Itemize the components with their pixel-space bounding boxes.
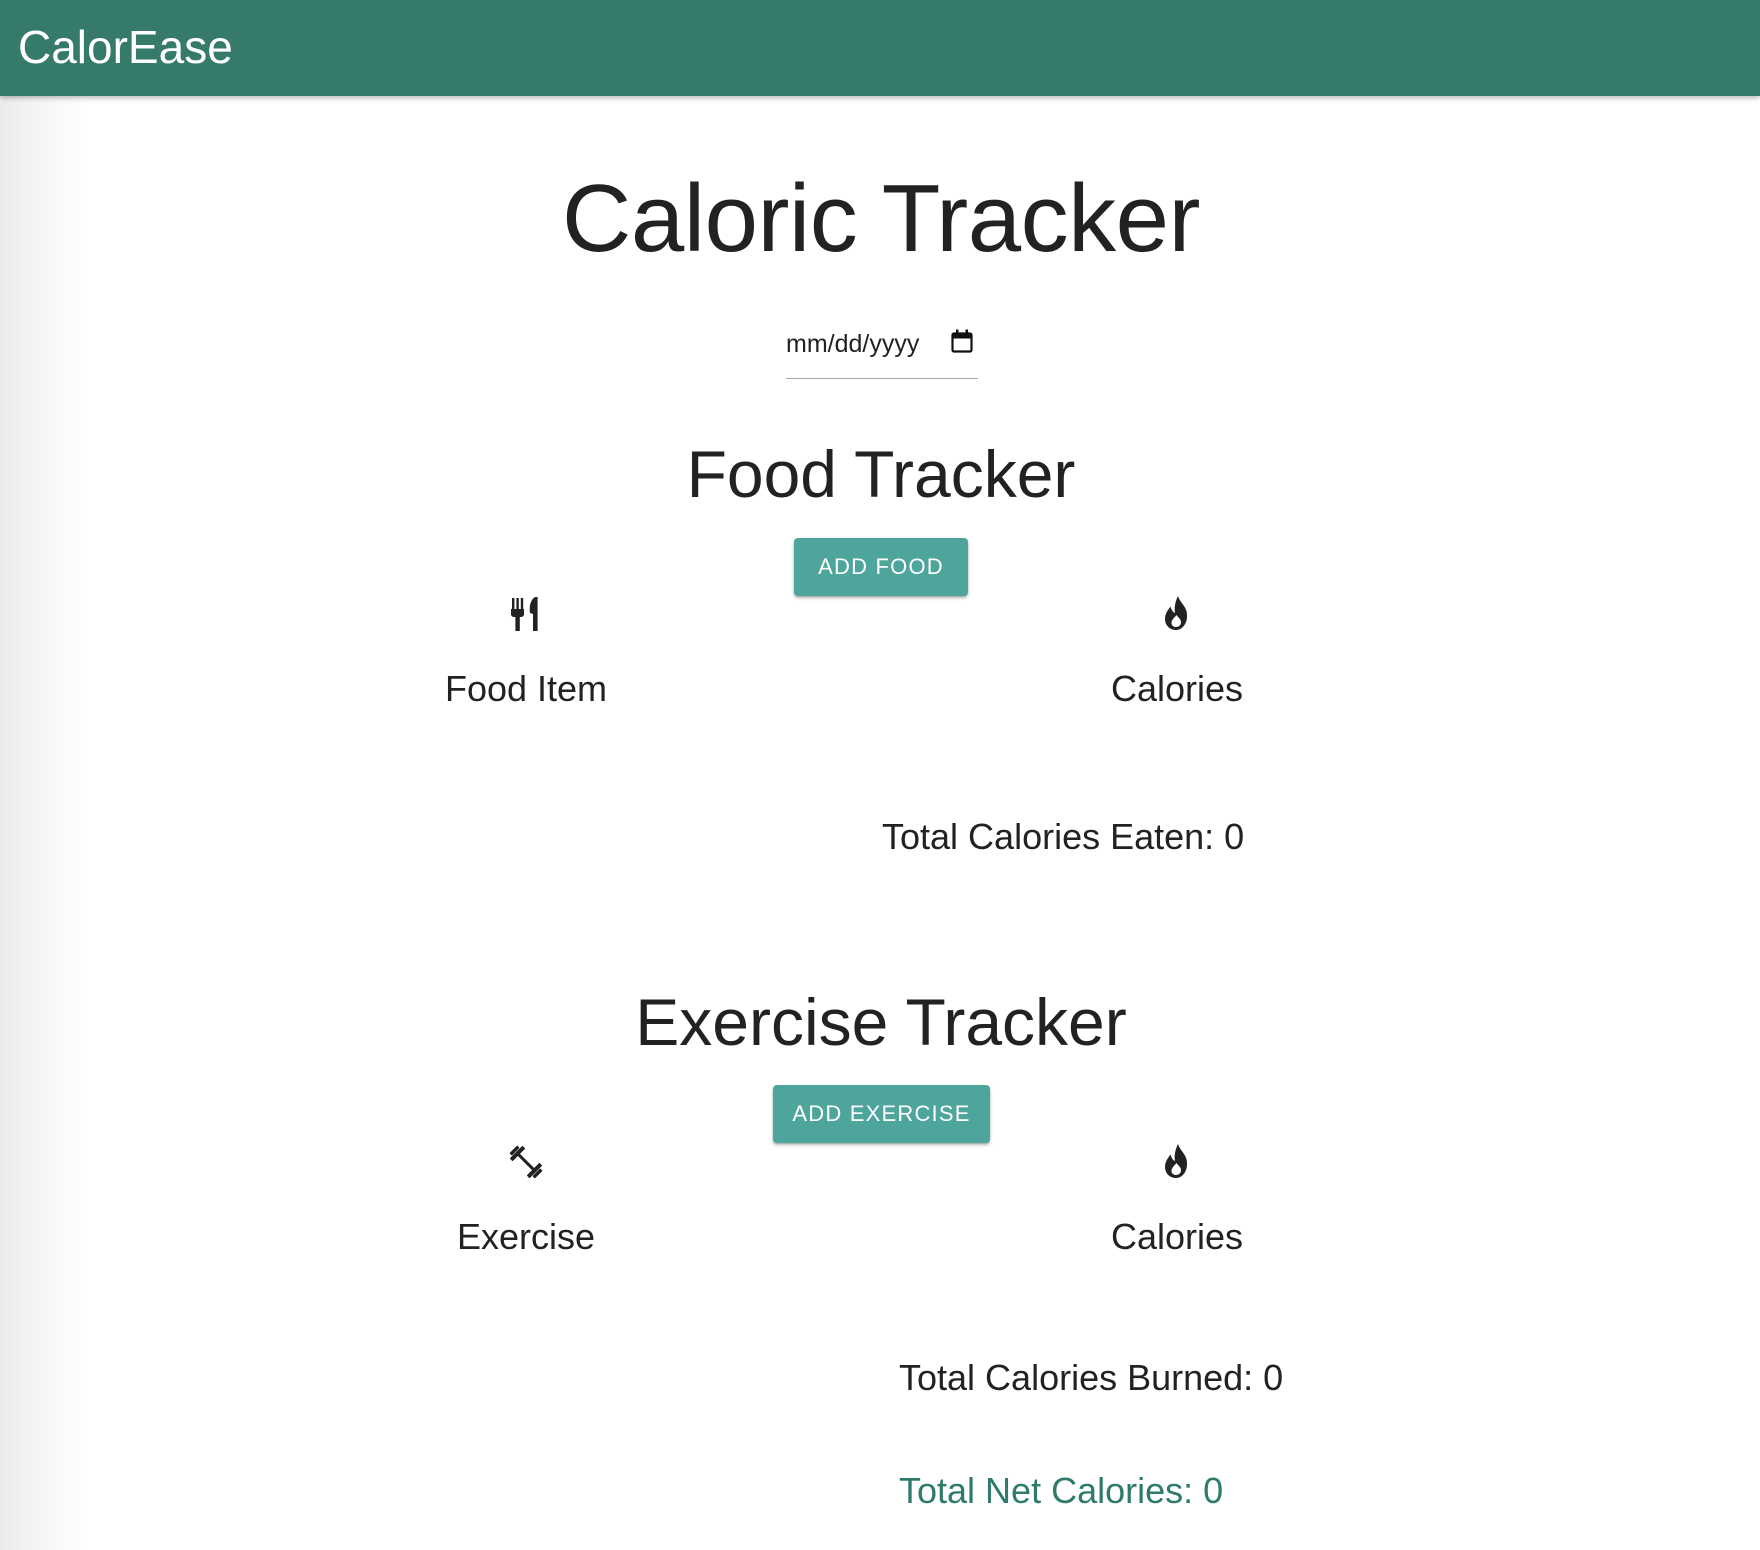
left-shade xyxy=(0,96,90,1550)
total-calories-eaten: Total Calories Eaten: 0 xyxy=(882,816,1245,857)
app-title: CalorEase xyxy=(18,21,233,73)
total-net-calories: Total Net Calories: 0 xyxy=(899,1470,1224,1511)
app-bar: CalorEase xyxy=(0,0,1760,96)
page-title: Caloric Tracker xyxy=(562,165,1200,272)
fork-knife-icon xyxy=(511,597,538,631)
food-item-column-label: Food Item xyxy=(444,668,608,709)
exercise-column-label: Exercise xyxy=(456,1216,596,1257)
add-food-button[interactable]: ADD FOOD xyxy=(794,538,968,596)
food-calories-column-label: Calories xyxy=(1110,668,1244,709)
fire-icon xyxy=(1165,596,1188,630)
fire-icon xyxy=(1165,1144,1188,1178)
date-input-value: mm/dd/yyyy xyxy=(786,330,920,358)
total-calories-burned: Total Calories Burned: 0 xyxy=(899,1357,1284,1398)
add-exercise-button[interactable]: ADD EXERCISE xyxy=(773,1085,990,1143)
calendar-icon[interactable] xyxy=(951,329,973,353)
food-tracker-title: Food Tracker xyxy=(686,437,1076,511)
exercise-calories-column-label: Calories xyxy=(1110,1216,1244,1257)
page: CalorEase Caloric Tracker mm/dd/yyyy Foo… xyxy=(0,0,1760,1550)
dumbbell-icon xyxy=(509,1145,543,1179)
exercise-tracker-title: Exercise Tracker xyxy=(635,985,1127,1059)
date-input[interactable]: mm/dd/yyyy xyxy=(786,318,978,379)
